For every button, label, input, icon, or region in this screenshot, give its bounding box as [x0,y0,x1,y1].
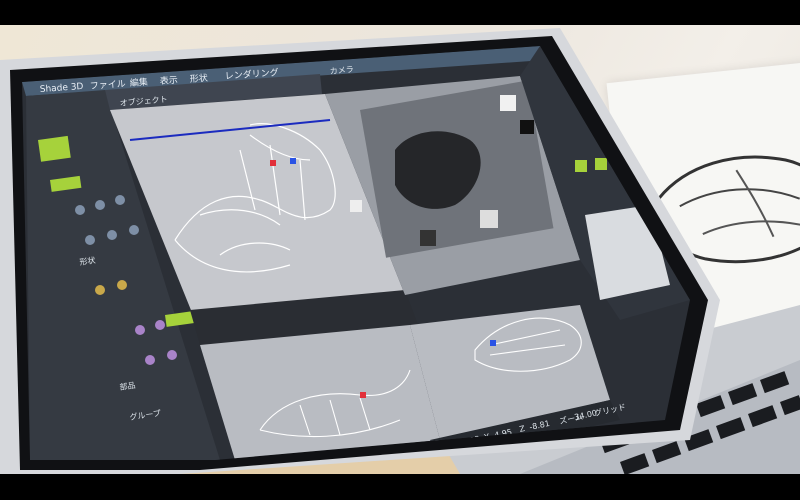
selected-tool-button[interactable] [38,135,71,162]
laptop-screen: Shade 3D ファイル 編集 表示 形状 レンダリング 形状 部品 グループ [22,46,690,460]
color-swatch-panel [585,205,670,300]
handle-blue[interactable] [290,158,296,164]
letterbox-top [0,0,800,25]
letterbox-bottom [0,474,800,500]
property-checkbox-2[interactable] [595,158,607,170]
handle-red[interactable] [270,160,276,166]
status-x-label: X [447,440,455,450]
photo-scene: Shade 3D ファイル 編集 表示 形状 レンダリング 形状 部品 グループ [0,0,800,500]
property-checkbox[interactable] [575,160,587,172]
viewport-side[interactable] [200,325,440,460]
